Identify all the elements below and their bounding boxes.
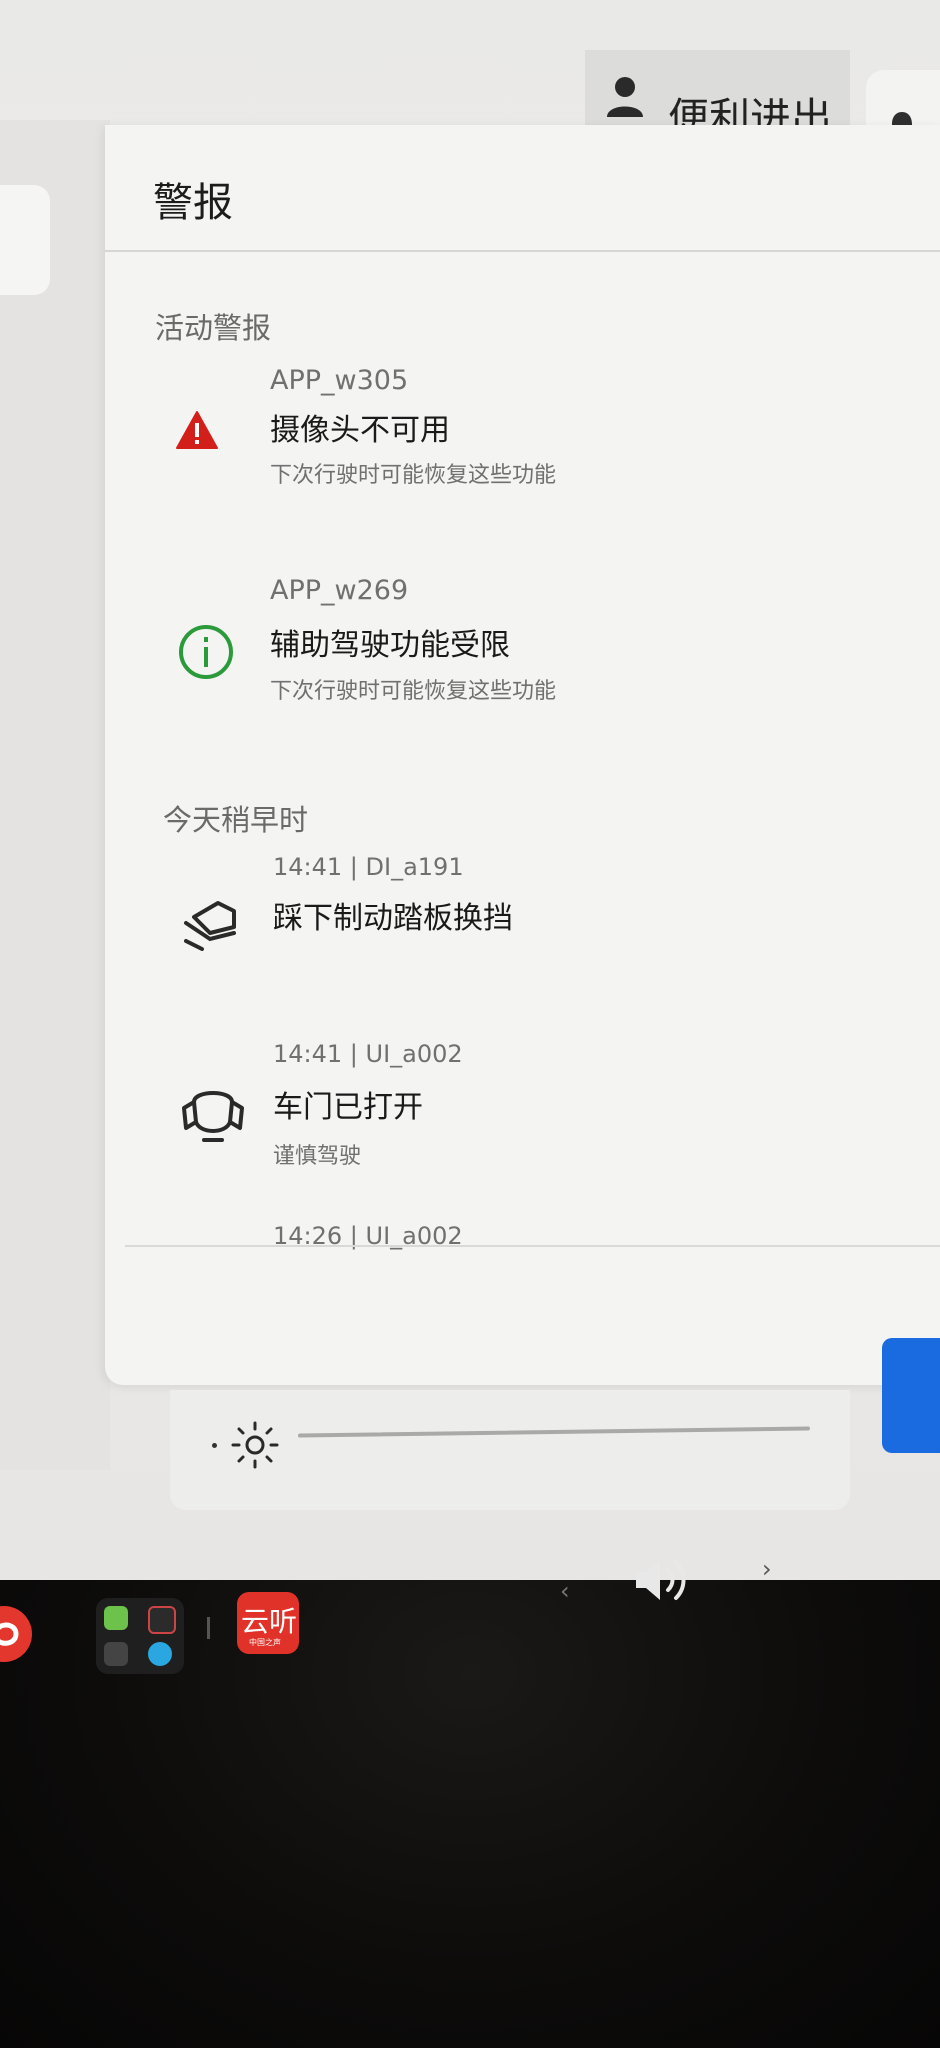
brake-pedal-icon <box>184 901 236 951</box>
alert-code: 14:41 | DI_a191 <box>273 853 464 881</box>
section-earlier-today: 今天稍早时 <box>163 803 309 837</box>
panel-bottom-divider <box>125 1245 940 1247</box>
divider <box>105 250 940 252</box>
joystick-icon <box>148 1606 176 1634</box>
alert-code: APP_w269 <box>270 575 409 606</box>
sun-icon <box>231 1421 279 1469</box>
warning-triangle-icon <box>176 411 218 449</box>
taskbar-separator <box>207 1617 210 1639</box>
alert-code: APP_w305 <box>270 365 409 396</box>
yunting-sublabel: 中国之声 <box>249 1638 281 1647</box>
yunting-label: 云听 <box>241 1605 298 1638</box>
background-panel <box>0 120 110 1470</box>
section-active-alerts: 活动警报 <box>155 311 272 345</box>
app-tile-icon <box>104 1606 128 1630</box>
app-launcher-button[interactable] <box>96 1598 184 1674</box>
alert-title: 车门已打开 <box>273 1090 423 1125</box>
alert-description: 谨慎驾驶 <box>273 1144 362 1169</box>
action-button[interactable] <box>882 1338 940 1453</box>
alert-title: 辅助驾驶功能受限 <box>270 628 510 663</box>
app-tile-icon <box>148 1642 172 1666</box>
user-icon <box>607 77 643 117</box>
chevron-left-icon[interactable]: ‹ <box>560 1577 570 1605</box>
alert-description: 下次行驶时可能恢复这些功能 <box>270 679 557 704</box>
car-door-icon <box>182 1091 244 1142</box>
alert-title: 摄像头不可用 <box>270 413 450 448</box>
background-card[interactable] <box>0 185 50 295</box>
alert-description: 下次行驶时可能恢复这些功能 <box>270 463 557 488</box>
chevron-right-icon[interactable]: › <box>762 1555 772 1583</box>
alert-code: 14:41 | UI_a002 <box>273 1040 463 1068</box>
alerts-panel: 警报 活动警报 APP_w305 摄像头不可用 下次行驶时可能恢复这些功能 AP… <box>105 125 940 1385</box>
alert-title: 踩下制动踏板换挡 <box>273 901 513 936</box>
panel-title: 警报 <box>153 180 233 226</box>
brightness-min-icon <box>212 1443 217 1448</box>
volume-icon[interactable] <box>632 1552 694 1608</box>
music-app-icon[interactable] <box>0 1600 32 1668</box>
info-circle-icon <box>179 625 233 679</box>
app-tile-icon <box>104 1642 128 1666</box>
yunting-app-icon[interactable]: 云听 中国之声 <box>237 1592 299 1654</box>
